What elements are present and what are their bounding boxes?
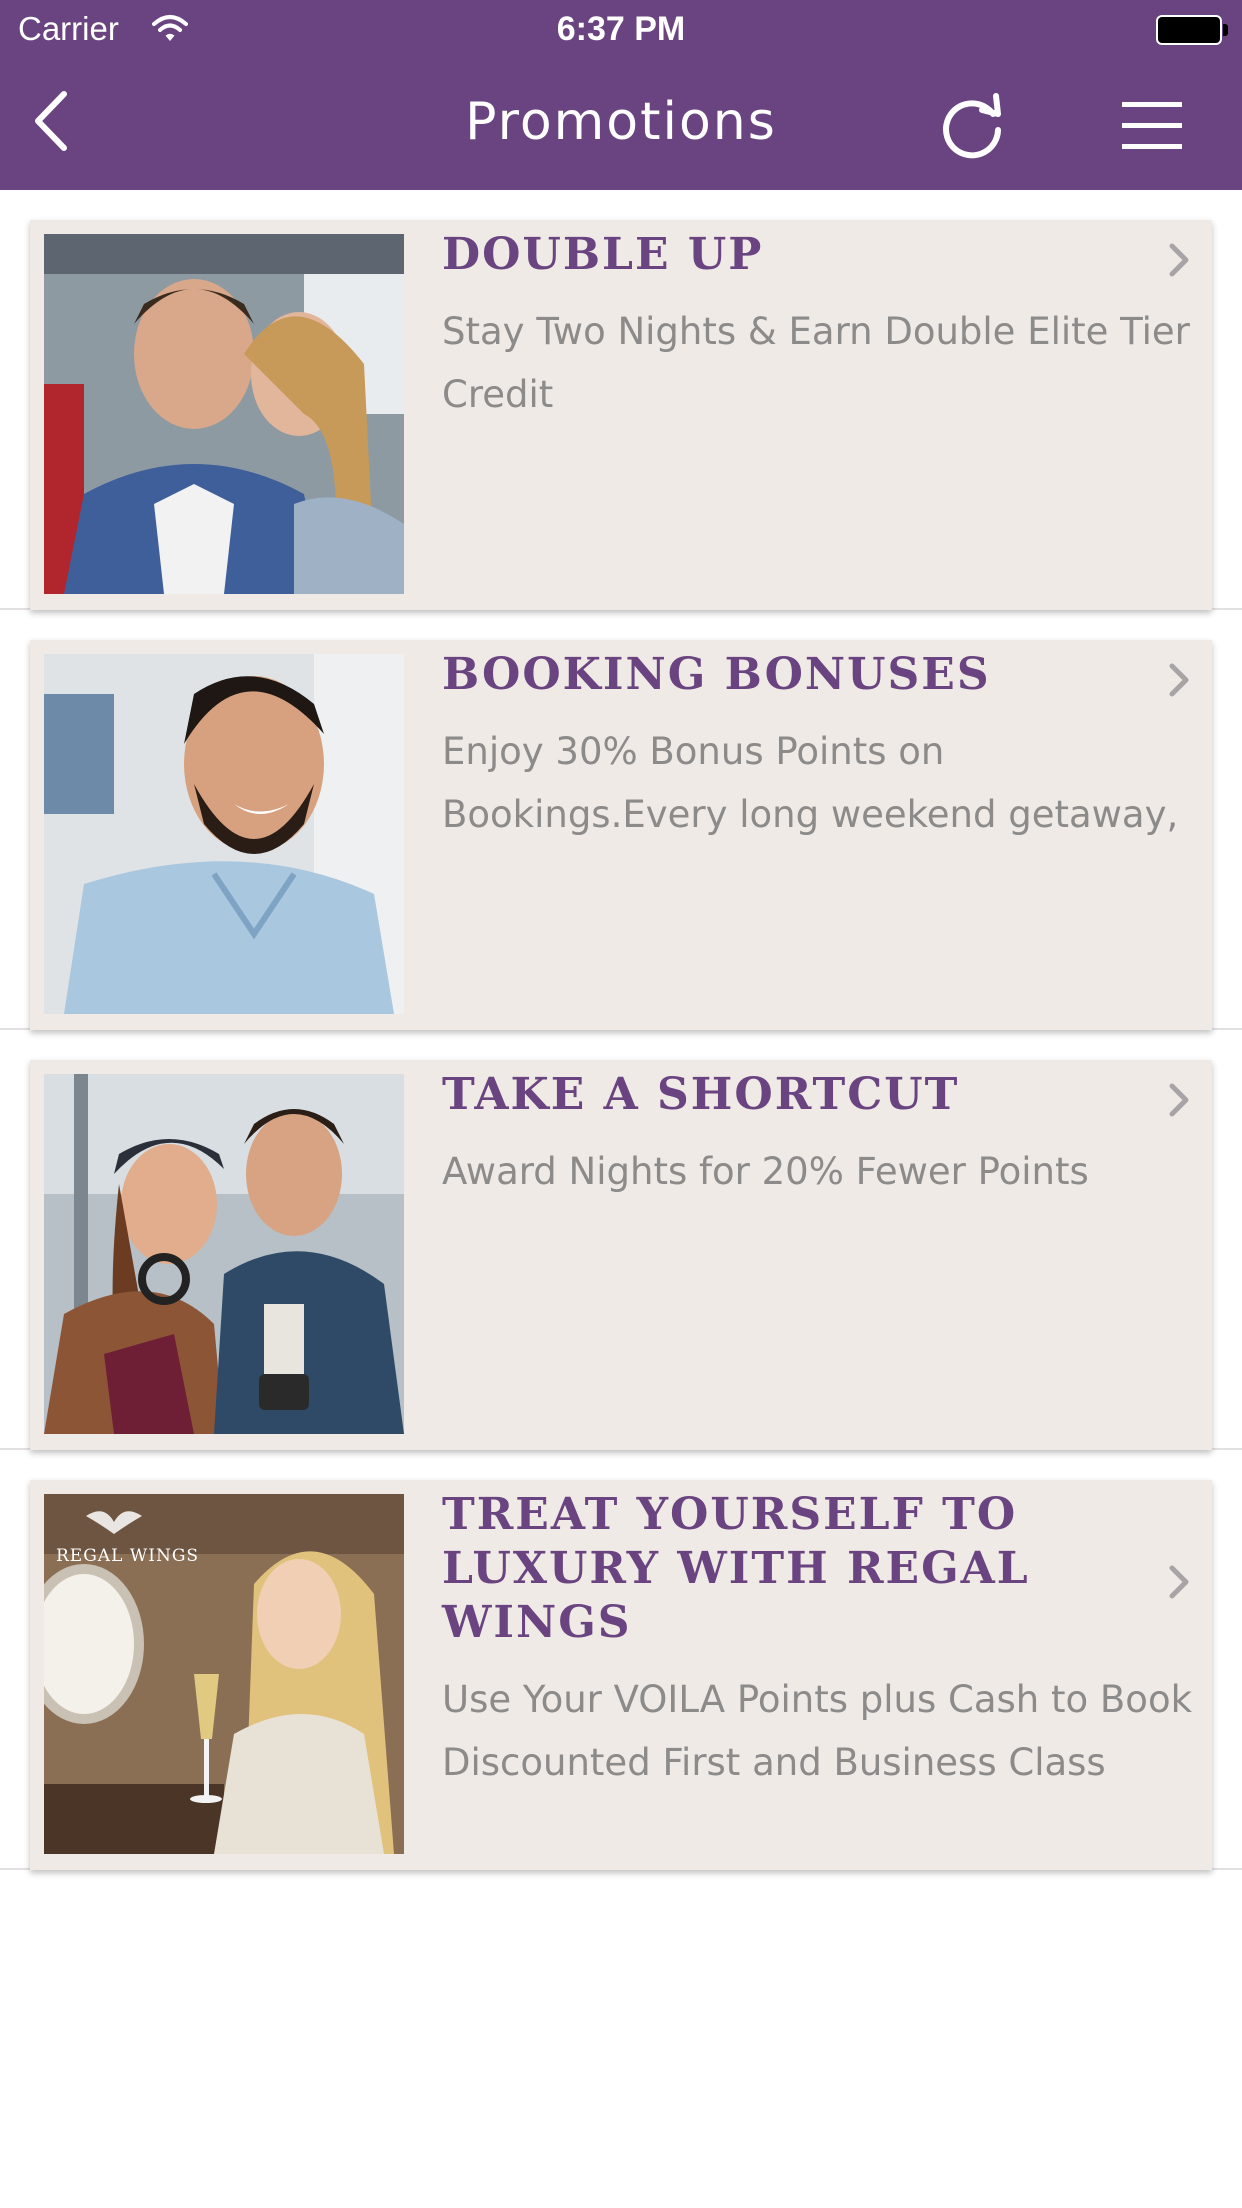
clock: 6:37 PM: [556, 10, 686, 48]
refresh-button[interactable]: [938, 90, 1008, 160]
chevron-right-icon: [1169, 243, 1189, 277]
promotion-card[interactable]: BOOKING BONUSES Enjoy 30% Bonus Points o…: [30, 640, 1212, 1030]
status-bar: Carrier 6:37 PM: [0, 0, 1242, 62]
promotion-title: TREAT YOURSELF TO LUXURY WITH REGAL WING…: [442, 1489, 1030, 1648]
list-item: TAKE A SHORTCUT Award Nights for 20% Few…: [0, 1030, 1242, 1450]
regal-wings-logo: REGAL WINGS: [56, 1546, 200, 1566]
promotion-image: [44, 234, 404, 594]
promotion-description: Enjoy 30% Bonus Points on Bookings.Every…: [442, 730, 1179, 836]
battery-icon: [1156, 15, 1228, 45]
promotion-description: Stay Two Nights & Earn Double Elite Tier…: [442, 310, 1190, 416]
promotion-image: [44, 654, 404, 1014]
app-header: Carrier 6:37 PM Promotions: [0, 0, 1242, 190]
chevron-right-icon: [1169, 1083, 1189, 1117]
chevron-right-icon: [1169, 663, 1189, 697]
promotion-title: TAKE A SHORTCUT: [442, 1069, 960, 1120]
promotion-description: Use Your VOILA Points plus Cash to Book …: [442, 1678, 1193, 1784]
list-item: DOUBLE UP Stay Two Nights & Earn Double …: [0, 190, 1242, 610]
promotion-card[interactable]: REGAL WINGS TREAT YOURSELF TO LUXURY WIT…: [30, 1480, 1212, 1870]
list-item: REGAL WINGS TREAT YOURSELF TO LUXURY WIT…: [0, 1450, 1242, 1870]
chevron-right-icon: [1169, 1565, 1189, 1599]
promotion-image: [44, 1074, 404, 1434]
page-title: Promotions: [465, 92, 777, 152]
promotion-title: DOUBLE UP: [442, 229, 764, 280]
promotion-title: BOOKING BONUSES: [442, 649, 991, 700]
promotion-description: Award Nights for 20% Fewer Points: [442, 1150, 1089, 1193]
promotion-card[interactable]: TAKE A SHORTCUT Award Nights for 20% Few…: [30, 1060, 1212, 1450]
promotion-image: REGAL WINGS: [44, 1494, 404, 1854]
list-item: BOOKING BONUSES Enjoy 30% Bonus Points o…: [0, 610, 1242, 1030]
promotion-card[interactable]: DOUBLE UP Stay Two Nights & Earn Double …: [30, 220, 1212, 610]
navigation-bar: Promotions: [0, 62, 1242, 190]
menu-button[interactable]: [1112, 92, 1192, 158]
